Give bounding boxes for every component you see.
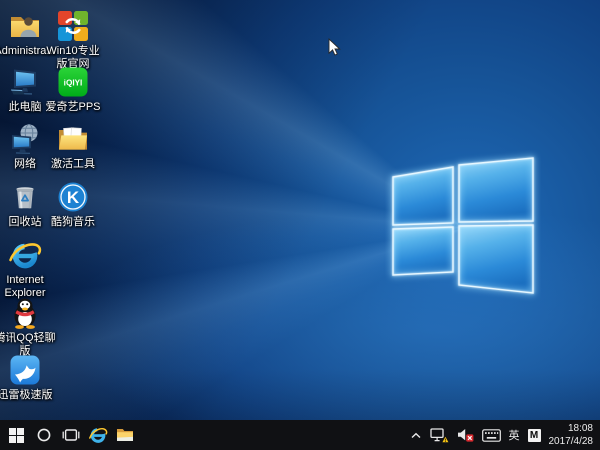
desktop-icon-kugou[interactable]: K 酷狗音乐 (41, 179, 105, 229)
clock-time: 18:08 (549, 422, 594, 435)
mouse-cursor (328, 38, 341, 57)
tray-language-indicator[interactable]: 英 (509, 420, 520, 450)
desktop-icon-label: 酷狗音乐 (51, 216, 95, 229)
task-view-icon (62, 428, 80, 442)
windows-logo (385, 150, 541, 302)
network-globe-icon (8, 121, 42, 157)
volume-muted-icon (457, 428, 474, 442)
tray-show-hidden-icons[interactable] (410, 420, 422, 450)
network-warning-icon (430, 428, 449, 443)
tray-touch-keyboard[interactable] (482, 420, 501, 450)
tray-ime-mode[interactable]: M (528, 420, 541, 450)
desktop-icon-qq[interactable]: 腾讯QQ轻聊版 (0, 295, 57, 358)
desktop-icon-label: 激活工具 (51, 158, 95, 171)
windows-start-icon (9, 428, 24, 443)
desktop-icon-thunder[interactable]: 迅雷极速版 (0, 352, 57, 402)
chevron-up-icon (410, 431, 422, 440)
iqiyi-icon: iQIYI (56, 64, 90, 100)
kugou-letter: K (67, 188, 80, 207)
system-tray: 英 M 18:08 2017/4/28 (410, 420, 600, 450)
internet-explorer-icon (7, 237, 43, 273)
search-button[interactable] (30, 420, 57, 450)
desktop-icon-label: 此电脑 (9, 101, 42, 114)
ime-letter: M (530, 430, 538, 441)
tray-network-status[interactable] (430, 420, 449, 450)
folder-icon (116, 428, 134, 442)
task-view-button[interactable] (57, 420, 84, 450)
recycle-bin-icon (8, 179, 42, 215)
taskbar: 英 M 18:08 2017/4/28 (0, 420, 600, 450)
iqiyi-wordmark: iQIYI (64, 79, 83, 88)
desktop-icon-label: 爱奇艺PPS (45, 101, 100, 114)
windows-desktop: Administra... 此电脑 (0, 0, 600, 450)
folder-documents-icon (56, 121, 90, 157)
clock-date: 2017/4/28 (549, 435, 594, 448)
desktop-icon-label: 网络 (14, 158, 36, 171)
computer-icon (8, 64, 42, 100)
search-icon (36, 427, 52, 443)
thunder-bird-icon (8, 352, 42, 388)
desktop-icon-win10-site[interactable]: Win10专业版官网 (41, 8, 105, 71)
start-button[interactable] (3, 420, 30, 450)
tray-clock[interactable]: 18:08 2017/4/28 (549, 422, 594, 448)
desktop-icon-iqiyi[interactable]: iQIYI 爱奇艺PPS (41, 64, 105, 114)
desktop-icon-label: 迅雷极速版 (0, 389, 53, 402)
internet-explorer-icon (88, 425, 108, 445)
tray-volume[interactable] (457, 420, 474, 450)
desktop-icon-internet-explorer[interactable]: Internet Explorer (0, 237, 57, 300)
kugou-music-icon: K (56, 179, 90, 215)
ime-icon: M (528, 429, 541, 442)
user-folder-icon (8, 8, 42, 44)
qq-penguin-icon (8, 295, 42, 331)
keyboard-icon (482, 429, 501, 442)
taskbar-internet-explorer[interactable] (84, 420, 111, 450)
win10-refresh-tiles-icon (56, 8, 90, 44)
taskbar-file-explorer[interactable] (111, 420, 138, 450)
desktop-icon-label: 回收站 (9, 216, 42, 229)
desktop-icon-activation-tools[interactable]: 激活工具 (41, 121, 105, 171)
